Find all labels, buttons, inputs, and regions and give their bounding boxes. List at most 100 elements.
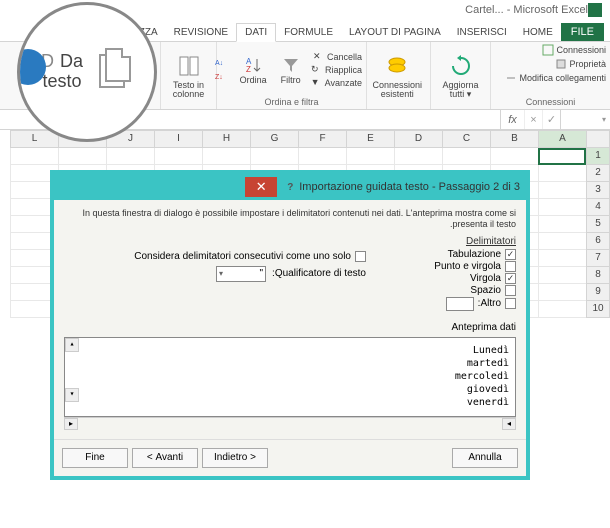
cell[interactable] bbox=[538, 233, 586, 250]
chk-consec[interactable] bbox=[355, 251, 366, 262]
cancel-button[interactable]: Annulla bbox=[452, 448, 518, 468]
qualifier-select[interactable]: " bbox=[216, 266, 266, 282]
col-header[interactable]: A bbox=[538, 130, 586, 148]
cell[interactable] bbox=[538, 301, 586, 318]
chk-comma[interactable] bbox=[505, 273, 516, 284]
lbl-tab: Tabulazione bbox=[448, 249, 501, 260]
tab-formulas[interactable]: FORMULE bbox=[276, 24, 341, 41]
col-header[interactable]: H bbox=[202, 130, 250, 148]
ribbon-riapplica[interactable]: ↻Riapplica bbox=[311, 64, 362, 76]
row-header[interactable]: 1 bbox=[586, 148, 610, 165]
cell[interactable] bbox=[538, 199, 586, 216]
col-header[interactable]: B bbox=[490, 130, 538, 148]
col-header[interactable]: F bbox=[298, 130, 346, 148]
magnify-circle: Da D testo bbox=[17, 2, 157, 142]
ribbon-proprieta[interactable]: Proprietà bbox=[555, 58, 606, 70]
ribbon-ordina[interactable]: AZ Ordina bbox=[236, 53, 271, 87]
cell[interactable] bbox=[346, 148, 394, 165]
ribbon-avanzate[interactable]: ▼Avanzate bbox=[311, 77, 362, 89]
col-header[interactable]: I bbox=[154, 130, 202, 148]
scroll-left[interactable]: ◂ bbox=[502, 418, 516, 430]
h-scrollbar[interactable]: ◂ ▸ bbox=[64, 417, 516, 431]
fx-cancel[interactable]: × bbox=[524, 110, 542, 129]
col-header[interactable]: E bbox=[346, 130, 394, 148]
refresh-icon bbox=[447, 52, 475, 80]
ribbon-connessioni-esistenti[interactable]: Connessioni esistenti bbox=[368, 50, 426, 101]
cell[interactable] bbox=[442, 148, 490, 165]
cell[interactable] bbox=[106, 148, 154, 165]
delim-label: Delimitatori bbox=[396, 236, 516, 247]
row-header[interactable]: 5 bbox=[586, 216, 610, 233]
fx-button[interactable]: fx bbox=[500, 110, 524, 129]
cell[interactable] bbox=[538, 250, 586, 267]
name-box[interactable]: ▾ bbox=[560, 110, 610, 129]
from-text-icon bbox=[93, 48, 133, 96]
col-header[interactable]: D bbox=[394, 130, 442, 148]
row-header[interactable]: 7 bbox=[586, 250, 610, 267]
lbl-space: Spazio bbox=[470, 285, 501, 296]
col-header[interactable]: L bbox=[10, 130, 58, 148]
tab-home[interactable]: HOME bbox=[515, 24, 561, 41]
tab-insert[interactable]: INSERISCI bbox=[449, 24, 515, 41]
preview-line: mercoledì bbox=[71, 370, 509, 383]
ribbon-sort-az[interactable]: A↓Z↓ bbox=[214, 55, 230, 85]
cell[interactable] bbox=[10, 148, 58, 165]
row-header[interactable]: 10 bbox=[586, 301, 610, 318]
row-header[interactable]: 3 bbox=[586, 182, 610, 199]
ribbon-aggiorna-tutti[interactable]: Aggiorna tutti ▾ bbox=[435, 50, 486, 101]
dialog-title: Importazione guidata testo - Passaggio 2… bbox=[299, 181, 520, 193]
row-header[interactable]: 2 bbox=[586, 165, 610, 182]
cell[interactable] bbox=[538, 182, 586, 199]
row-header[interactable]: 4 bbox=[586, 199, 610, 216]
cell[interactable] bbox=[538, 284, 586, 301]
tab-review[interactable]: REVISIONE bbox=[166, 24, 236, 41]
row-header[interactable]: 6 bbox=[586, 233, 610, 250]
chk-space[interactable] bbox=[505, 285, 516, 296]
cell[interactable] bbox=[154, 148, 202, 165]
cell[interactable] bbox=[538, 148, 586, 165]
col-header[interactable]: G bbox=[250, 130, 298, 148]
cell[interactable] bbox=[538, 267, 586, 284]
scroll-up[interactable]: ▴ bbox=[65, 338, 79, 352]
connections-icon bbox=[383, 52, 411, 80]
dialog-desc: In questa finestra di dialogo è possibil… bbox=[64, 208, 516, 230]
cell[interactable] bbox=[298, 148, 346, 165]
col-header[interactable]: C bbox=[442, 130, 490, 148]
cell[interactable] bbox=[250, 148, 298, 165]
cell[interactable] bbox=[394, 148, 442, 165]
chk-tab[interactable] bbox=[505, 249, 516, 260]
cell[interactable] bbox=[58, 148, 106, 165]
ribbon-filtro[interactable]: Filtro bbox=[277, 53, 305, 87]
help-button[interactable]: ? bbox=[281, 178, 299, 196]
magnify-label-1: Da bbox=[60, 52, 83, 72]
cell[interactable] bbox=[490, 148, 538, 165]
chk-other[interactable] bbox=[505, 298, 516, 309]
scroll-right[interactable]: ▸ bbox=[64, 418, 78, 430]
file-tab[interactable]: FILE bbox=[561, 23, 604, 41]
close-button[interactable]: ✕ bbox=[245, 177, 277, 197]
chk-semicolon[interactable] bbox=[505, 261, 516, 272]
next-button[interactable]: Avanti > bbox=[132, 448, 198, 468]
row-header[interactable]: 8 bbox=[586, 267, 610, 284]
tab-data[interactable]: DATI bbox=[236, 23, 276, 42]
cell[interactable] bbox=[538, 216, 586, 233]
back-button[interactable]: < Indietro bbox=[202, 448, 268, 468]
cell[interactable] bbox=[202, 148, 250, 165]
ribbon-modifica-collegamenti[interactable]: Modifica collegamenti bbox=[505, 72, 606, 84]
other-input[interactable] bbox=[446, 297, 474, 311]
cell[interactable] bbox=[538, 165, 586, 182]
preview-box: ▴ ▾ Lunedì martedì mercoledì giovedì ven… bbox=[64, 337, 516, 417]
row-header[interactable]: 9 bbox=[586, 284, 610, 301]
scroll-down[interactable]: ▾ bbox=[65, 388, 79, 402]
dialog-titlebar[interactable]: Importazione guidata testo - Passaggio 2… bbox=[54, 174, 526, 200]
svg-text:Z↓: Z↓ bbox=[215, 74, 223, 81]
ribbon-connessioni[interactable]: Connessioni bbox=[542, 44, 606, 56]
tab-layout[interactable]: LAYOUT DI PAGINA bbox=[341, 24, 449, 41]
fx-accept[interactable]: ✓ bbox=[542, 110, 560, 129]
ribbon-testo-colonne[interactable]: Testo in colonne bbox=[165, 50, 212, 101]
finish-button[interactable]: Fine bbox=[62, 448, 128, 468]
ribbon-cancella[interactable]: ✕Cancella bbox=[313, 51, 362, 63]
sort-az-icon: A↓Z↓ bbox=[214, 55, 230, 85]
group-label-sort: Ordina e filtra bbox=[221, 95, 362, 107]
select-all-corner[interactable] bbox=[586, 130, 610, 148]
